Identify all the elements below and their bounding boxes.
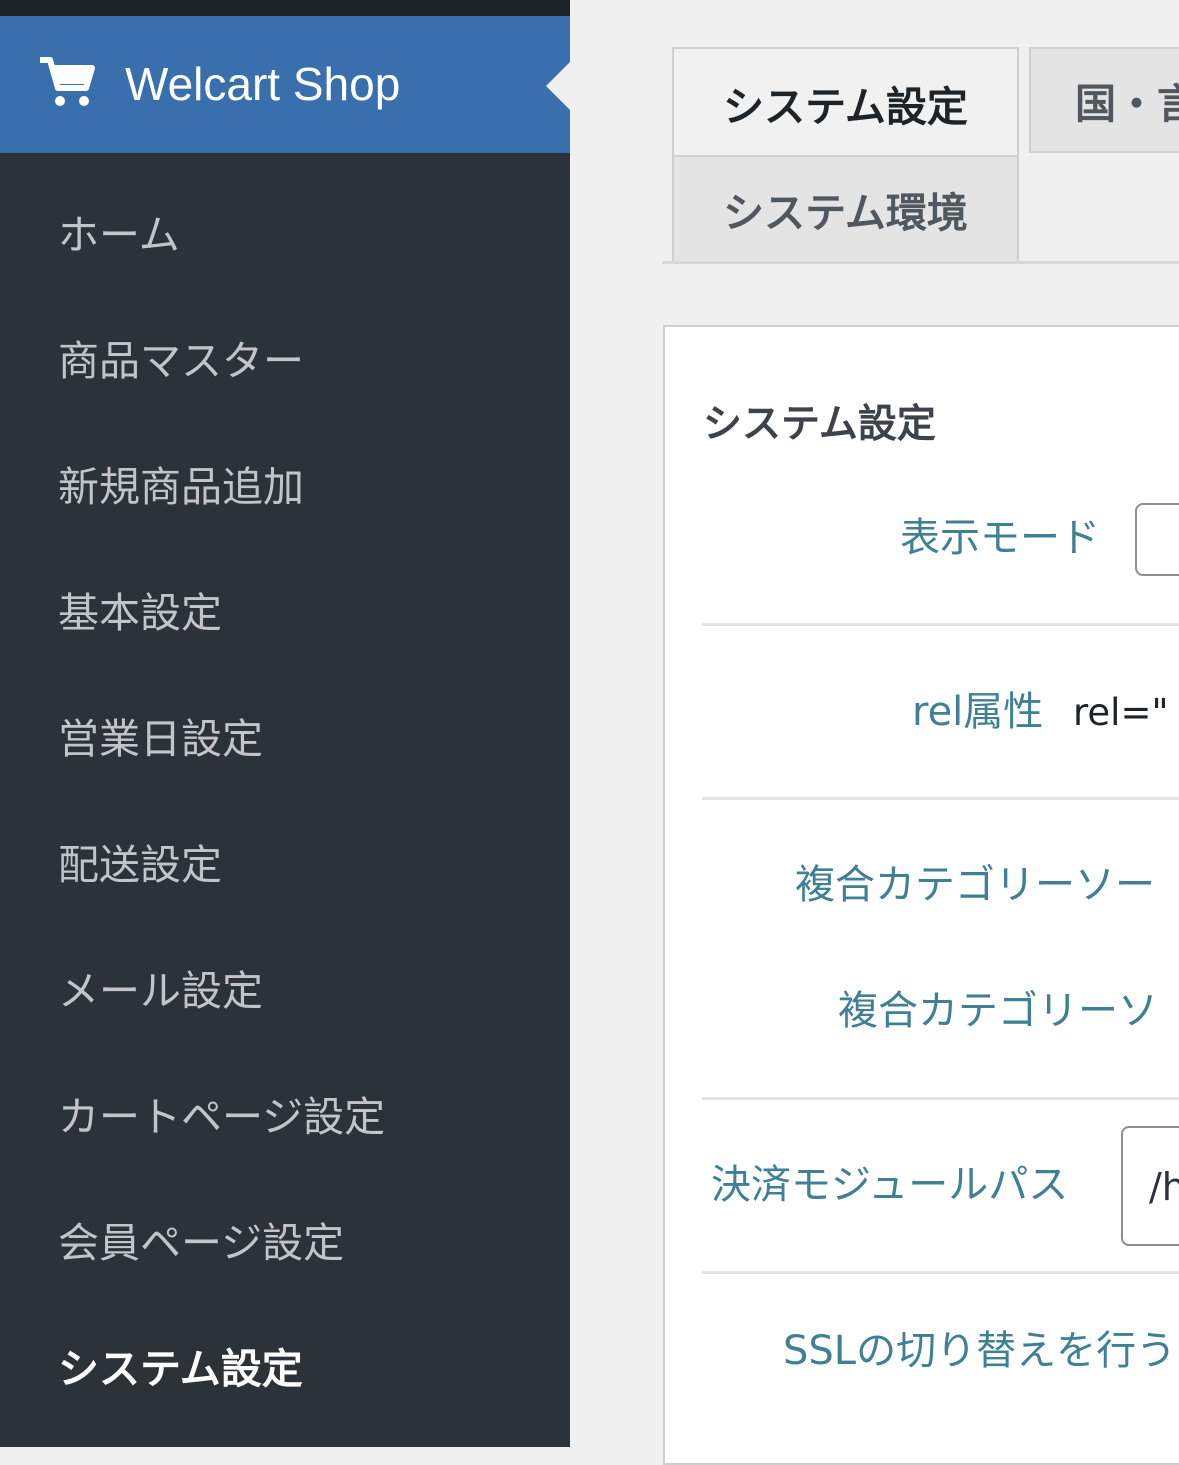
sidebar-item-mail[interactable]: メール設定	[58, 961, 263, 1021]
category-sort-label-2: 複合カテゴリーソ	[838, 988, 1158, 1034]
display-mode-label: 表示モード	[900, 515, 1100, 561]
category-sort-label-1: 複合カテゴリーソー	[795, 862, 1155, 908]
panel-title: システム設定	[703, 402, 936, 448]
tab-country-language[interactable]: 国・言	[1029, 47, 1179, 153]
sidebar-item-member-page[interactable]: 会員ページ設定	[58, 1213, 344, 1273]
current-menu-pointer	[546, 62, 570, 110]
row-divider	[702, 797, 1179, 800]
sidebar-item-business-days[interactable]: 営業日設定	[58, 709, 263, 769]
cart-icon	[40, 57, 95, 106]
tab-system-environment[interactable]: システム環境	[672, 155, 1019, 263]
sidebar-header-welcart-shop[interactable]: Welcart Shop	[0, 16, 570, 153]
display-mode-select[interactable]	[1135, 503, 1179, 576]
sidebar-item-basic-settings[interactable]: 基本設定	[58, 583, 222, 643]
row-divider	[702, 623, 1179, 626]
sidebar-item-new-item[interactable]: 新規商品追加	[58, 457, 304, 517]
tab-divider	[662, 261, 1179, 264]
payment-module-path-input[interactable]: /h	[1121, 1126, 1179, 1246]
row-divider	[702, 1271, 1179, 1274]
sidebar-header-title: Welcart Shop	[125, 58, 401, 110]
rel-attribute-prefix: rel="	[1073, 691, 1169, 734]
row-divider	[702, 1097, 1179, 1100]
payment-module-path-label: 決済モジュールパス	[711, 1162, 1069, 1208]
sidebar-item-system-settings[interactable]: システム設定	[58, 1339, 303, 1399]
rel-attribute-label: rel属性	[912, 689, 1044, 735]
sidebar-item-cart-page[interactable]: カートページ設定	[58, 1087, 385, 1147]
admin-topbar	[0, 0, 570, 16]
tab-system-settings[interactable]: システム設定	[672, 47, 1019, 159]
sidebar-item-shipping[interactable]: 配送設定	[58, 835, 222, 895]
admin-sidebar: Welcart Shop ホーム 商品マスター 新規商品追加 基本設定 営業日設…	[0, 16, 570, 1447]
sidebar-item-home[interactable]: ホーム	[58, 205, 180, 265]
ssl-switch-label: SSLの切り替えを行う	[783, 1328, 1177, 1374]
sidebar-item-item-master[interactable]: 商品マスター	[58, 331, 304, 391]
